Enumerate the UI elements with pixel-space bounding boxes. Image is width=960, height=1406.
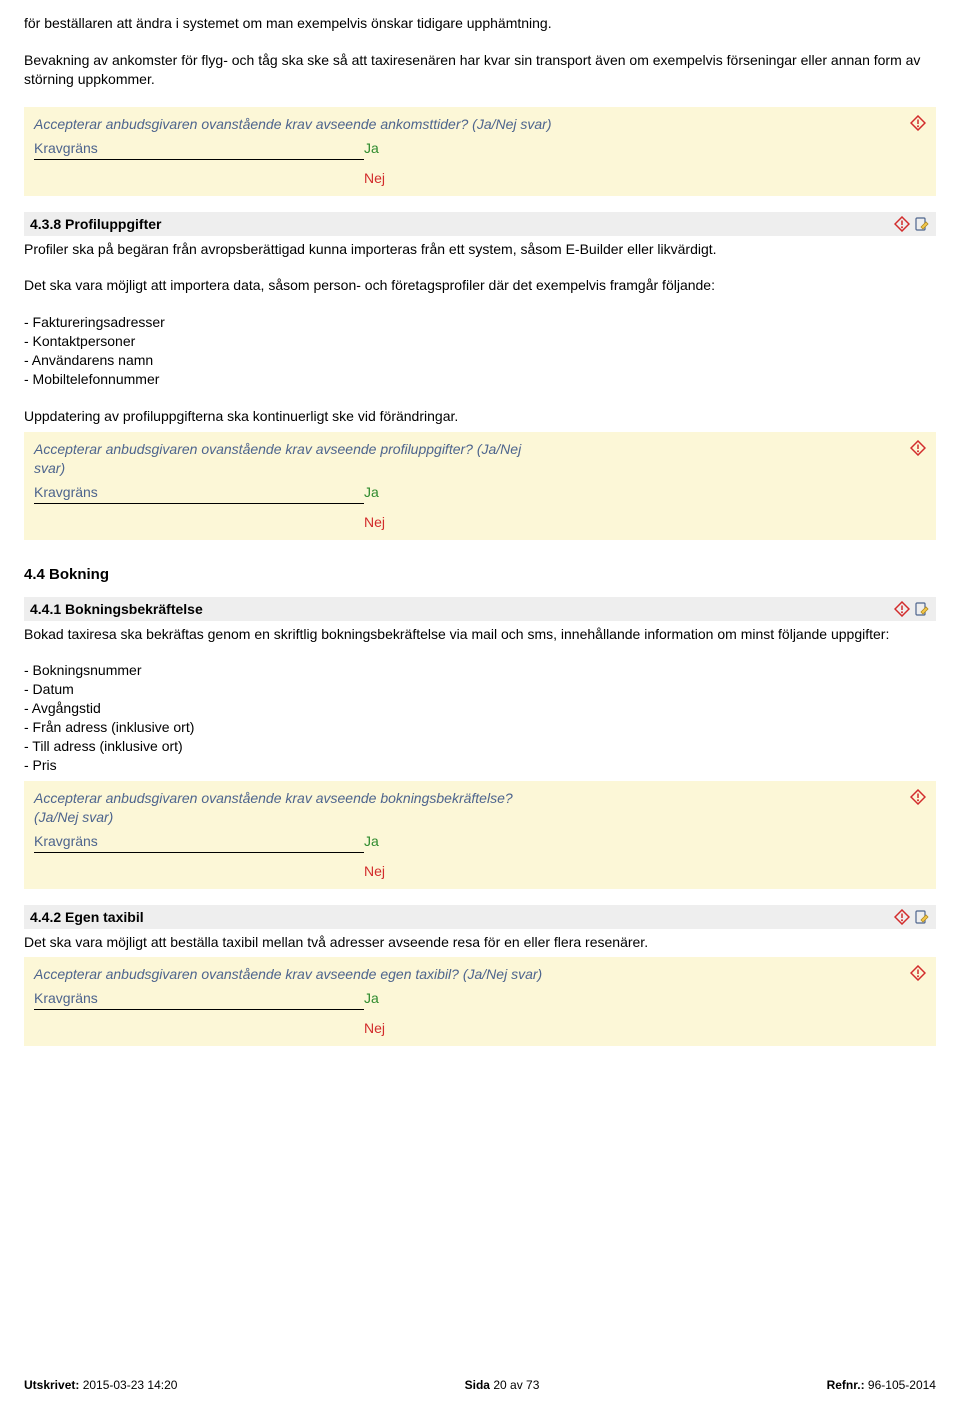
page-label: Sida	[465, 1378, 494, 1392]
ref-label: Refnr.:	[827, 1378, 865, 1392]
reference-number: Refnr.: 96-105-2014	[827, 1378, 936, 1392]
question-text: Accepterar anbudsgivaren ovanstående kra…	[34, 115, 554, 134]
s438-p2: Det ska vara möjligt att importera data,…	[24, 276, 936, 295]
warning-icon	[894, 216, 910, 232]
answer-ja: Ja	[364, 833, 379, 849]
bullet: - Användarens namn	[24, 351, 936, 370]
s438-p3: Uppdatering av profiluppgifterna ska kon…	[24, 407, 936, 426]
kravgrans-label: Kravgräns	[34, 484, 364, 504]
section-4-4-1-heading: 4.4.1 Bokningsbekräftelse	[24, 597, 936, 621]
section-title: 4.4.2 Egen taxibil	[30, 909, 144, 925]
edit-icon[interactable]	[914, 909, 930, 925]
printed-label: Utskrivet:	[24, 1378, 79, 1392]
warning-icon	[910, 440, 926, 456]
s438-bullets: - Faktureringsadresser - Kontaktpersoner…	[24, 313, 936, 389]
question-text: Accepterar anbudsgivaren ovanstående kra…	[34, 440, 554, 478]
page-current: 20	[493, 1378, 506, 1392]
warning-icon	[894, 601, 910, 617]
warning-icon	[910, 115, 926, 131]
s441-bullets: - Bokningsnummer - Datum - Avgångstid - …	[24, 661, 936, 774]
section-4-4-heading: 4.4 Bokning	[24, 566, 936, 583]
question-text: Accepterar anbudsgivaren ovanstående kra…	[34, 789, 554, 827]
answer-ja: Ja	[364, 484, 379, 500]
kravgrans-label: Kravgräns	[34, 140, 364, 160]
bullet: - Bokningsnummer	[24, 661, 936, 680]
bullet: - Faktureringsadresser	[24, 313, 936, 332]
warning-icon	[910, 965, 926, 981]
intro-p1: för beställaren att ändra i systemet om …	[24, 14, 936, 33]
bullet: - Pris	[24, 756, 936, 775]
question-box-bokningsbekraftelse: Accepterar anbudsgivaren ovanstående kra…	[24, 781, 936, 889]
s438-p1: Profiler ska på begäran från avropsberät…	[24, 240, 936, 259]
answer-ja: Ja	[364, 140, 379, 156]
s441-p1: Bokad taxiresa ska bekräftas genom en sk…	[24, 625, 936, 644]
bullet: - Till adress (inklusive ort)	[24, 737, 936, 756]
question-text: Accepterar anbudsgivaren ovanstående kra…	[34, 965, 554, 984]
bullet: - Avgångstid	[24, 699, 936, 718]
page-footer: Utskrivet: 2015-03-23 14:20 Sida 20 av 7…	[24, 1378, 936, 1392]
section-title: 4.3.8 Profiluppgifter	[30, 216, 161, 232]
bullet: - Mobiltelefonnummer	[24, 370, 936, 389]
answer-ja: Ja	[364, 990, 379, 1006]
section-4-3-8-heading: 4.3.8 Profiluppgifter	[24, 212, 936, 236]
edit-icon[interactable]	[914, 216, 930, 232]
edit-icon[interactable]	[914, 601, 930, 617]
intro-p2: Bevakning av ankomster för flyg- och tåg…	[24, 51, 936, 89]
page-total: 73	[526, 1378, 539, 1392]
printed-value: 2015-03-23 14:20	[79, 1378, 177, 1392]
warning-icon	[894, 909, 910, 925]
page-number: Sida 20 av 73	[465, 1378, 540, 1392]
ref-value: 96-105-2014	[865, 1378, 936, 1392]
answer-nej: Nej	[364, 514, 926, 530]
question-box-profiluppgifter: Accepterar anbudsgivaren ovanstående kra…	[24, 432, 936, 540]
answer-nej: Nej	[364, 170, 926, 186]
section-4-4-2-heading: 4.4.2 Egen taxibil	[24, 905, 936, 929]
bullet: - Från adress (inklusive ort)	[24, 718, 936, 737]
question-box-ankomsttider: Accepterar anbudsgivaren ovanstående kra…	[24, 107, 936, 196]
warning-icon	[910, 789, 926, 805]
question-box-egen-taxibil: Accepterar anbudsgivaren ovanstående kra…	[24, 957, 936, 1046]
kravgrans-label: Kravgräns	[34, 833, 364, 853]
page-of: av	[507, 1378, 526, 1392]
bullet: - Kontaktpersoner	[24, 332, 936, 351]
bullet: - Datum	[24, 680, 936, 699]
answer-nej: Nej	[364, 863, 926, 879]
answer-nej: Nej	[364, 1020, 926, 1036]
kravgrans-label: Kravgräns	[34, 990, 364, 1010]
printed-timestamp: Utskrivet: 2015-03-23 14:20	[24, 1378, 177, 1392]
section-title: 4.4.1 Bokningsbekräftelse	[30, 601, 203, 617]
s442-p1: Det ska vara möjligt att beställa taxibi…	[24, 933, 936, 952]
